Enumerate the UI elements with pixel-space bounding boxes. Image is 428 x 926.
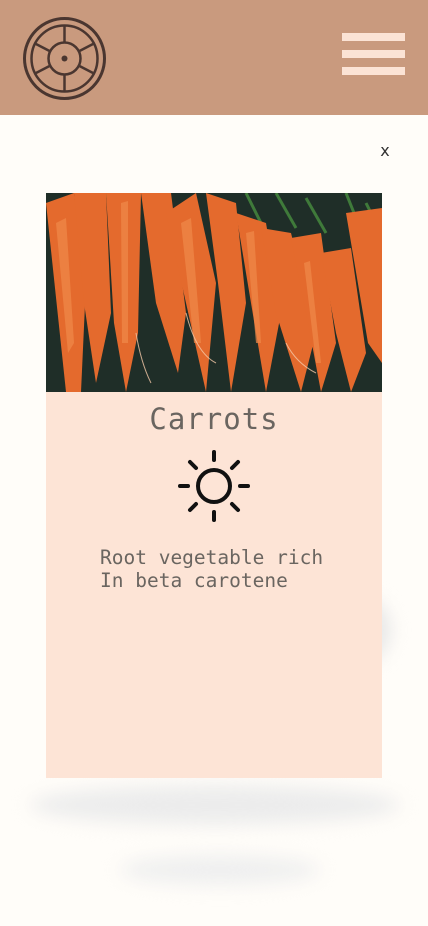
close-button[interactable]: x bbox=[374, 140, 396, 162]
carrots-photo bbox=[46, 193, 382, 392]
card-description: Root vegetable rich In beta carotene bbox=[100, 546, 324, 592]
card-title: Carrots bbox=[149, 402, 279, 436]
background-shape bbox=[120, 855, 320, 885]
vegetable-card: Carrots Root vegetable rich In beta caro… bbox=[46, 193, 382, 778]
ship-wheel-icon[interactable] bbox=[23, 17, 106, 100]
background-heading bbox=[140, 140, 290, 170]
app-header bbox=[0, 0, 428, 115]
hamburger-menu-icon[interactable] bbox=[342, 33, 405, 75]
sun-icon bbox=[178, 450, 250, 522]
background-shape bbox=[30, 785, 400, 825]
